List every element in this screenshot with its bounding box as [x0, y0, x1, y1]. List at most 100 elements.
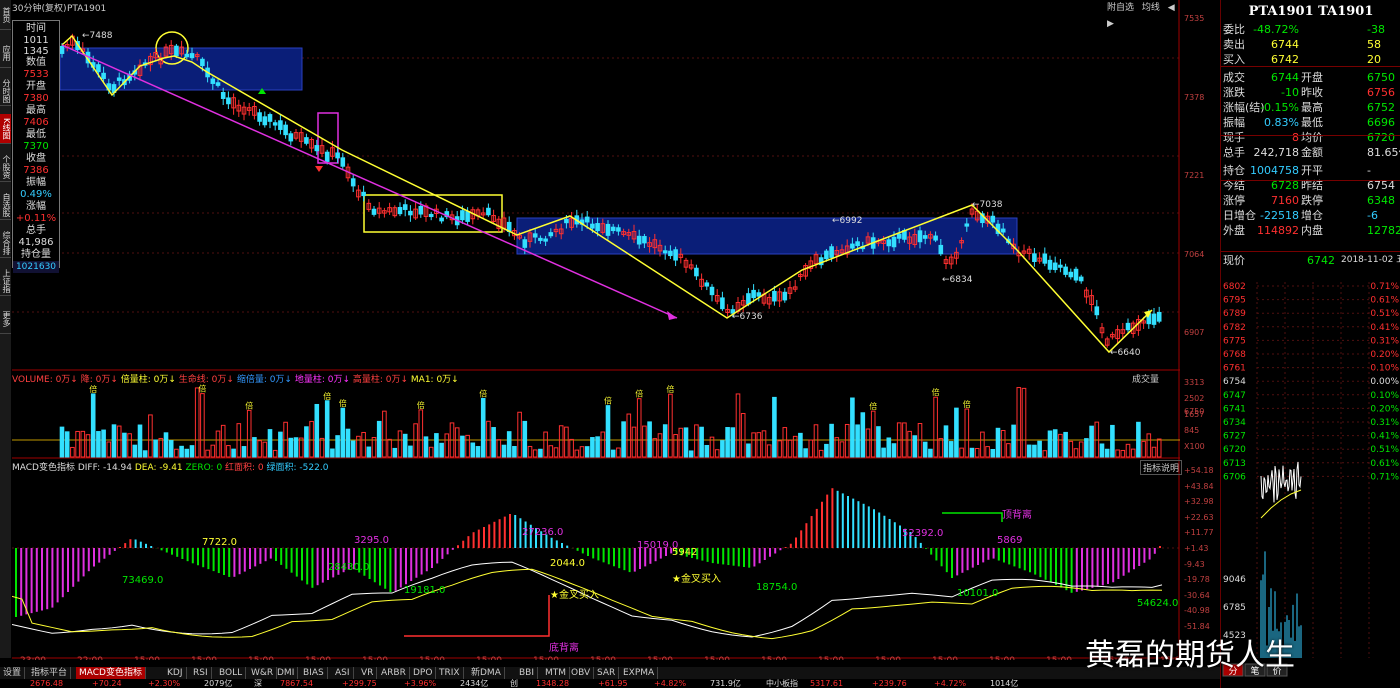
status-item: 7867.54: [280, 679, 314, 688]
volume-bar: [1006, 443, 1011, 458]
indicator-tab[interactable]: DPO: [410, 667, 437, 679]
candle-body: [668, 250, 673, 257]
bottom-status-bar: 2676.48 +70.24 +2.30% 2079亿 深 7867.54 +299.75 +…: [0, 680, 1400, 688]
candle-body: [174, 45, 179, 57]
volume-bar: [252, 437, 257, 458]
indicator-tab[interactable]: KDJ: [164, 667, 187, 679]
volume-bar: [402, 433, 408, 458]
candle-body: [101, 72, 106, 79]
indicator-help-button[interactable]: 指标说明: [1140, 460, 1183, 475]
volume-bar: [428, 446, 434, 458]
quote-row: 总手 242,718金额 81.65亿: [1221, 145, 1400, 160]
quote-value-2: 6696: [1367, 116, 1395, 129]
indicator-tab[interactable]: W&R: [248, 667, 278, 679]
indicator-tab[interactable]: RSI: [190, 667, 212, 679]
volume-bar: [829, 423, 834, 458]
indicator-tab[interactable]: 新DMA: [468, 667, 505, 679]
volume-bar: [662, 424, 668, 458]
macd-tick: +32.98: [1184, 497, 1214, 507]
volume-bar: [673, 434, 678, 458]
left-tab-2[interactable]: 分时图: [0, 76, 11, 106]
mini-price-line: [1260, 461, 1302, 503]
mini-pct-tick: 0.31%: [1370, 336, 1399, 346]
volume-bar: [730, 427, 736, 458]
volume-bar: [324, 400, 330, 458]
volume-bar: [106, 441, 112, 458]
left-tab-3[interactable]: K线图: [0, 114, 11, 144]
volume-legend-item: 地量柱: 0万↓: [294, 375, 353, 385]
volume-bar: [85, 434, 91, 458]
indicator-tab[interactable]: ASI: [332, 667, 354, 679]
volume-bar: [626, 413, 632, 458]
volume-tag: 倍: [869, 401, 877, 411]
price-label-low3: ←6640: [1110, 348, 1141, 358]
quote-value: -0.15%: [1260, 101, 1299, 114]
candle-body: [371, 208, 377, 215]
mini-price-tick: 6706: [1223, 472, 1246, 482]
quote-row: 成交 6744 开盘 6750: [1221, 70, 1400, 85]
mini-pct-tick: 0.51%: [1370, 309, 1399, 319]
candle-body: [220, 92, 226, 99]
indicator-tab[interactable]: 指标平台: [28, 667, 72, 679]
mini-intraday-chart[interactable]: 6802 6795 6789 6782 6775 6768 6761 6754 6747 6741…: [1221, 268, 1400, 678]
indicator-tab[interactable]: ARBR: [378, 667, 410, 679]
volume-bar: [314, 403, 320, 458]
volume-bar: [418, 409, 424, 458]
indicator-tab[interactable]: BBI: [516, 667, 539, 679]
left-tab-7[interactable]: 上证指数: [0, 266, 11, 296]
volume-bar: [969, 447, 975, 458]
macd-value-label: 27236.0: [522, 527, 563, 538]
indicator-tab[interactable]: BOLL: [216, 667, 247, 679]
time-tick: 15:00: [305, 656, 331, 660]
left-tab-6[interactable]: 综合排名: [0, 228, 11, 258]
price-label-high2: ←7038: [972, 200, 1003, 210]
volume-bar: [1156, 438, 1162, 458]
volume-bar: [345, 428, 351, 458]
indicator-tab[interactable]: OBV: [568, 667, 595, 679]
left-tab-1[interactable]: 应用: [0, 38, 11, 68]
indicator-tab[interactable]: MACD变色指标: [76, 667, 146, 679]
candle-body: [891, 236, 897, 248]
indicator-tab[interactable]: EXPMA: [620, 667, 659, 679]
candle-body: [340, 157, 346, 167]
mini-price-tick: 6802: [1223, 282, 1246, 292]
quote-row: 委比 -48.72% -38: [1221, 22, 1400, 37]
left-tab-8[interactable]: 更多: [0, 304, 11, 334]
quote-separator: [1221, 66, 1400, 67]
quote-label-2: 昨收: [1301, 86, 1323, 99]
volume-bar: [132, 444, 138, 458]
left-tab-0[interactable]: 首页: [0, 0, 11, 30]
indicator-tab[interactable]: BIAS: [300, 667, 328, 679]
left-tab-5[interactable]: 自选股: [0, 190, 11, 220]
quote-row: 现手 8 均价 6720: [1221, 130, 1400, 145]
candle-body: [283, 124, 288, 136]
quote-value-2: 6752: [1367, 101, 1395, 114]
indicator-tab[interactable]: SAR: [594, 667, 620, 679]
volume-bar: [1011, 424, 1016, 458]
quote-separator: [1221, 135, 1400, 136]
indicator-tab[interactable]: TRIX: [436, 667, 464, 679]
quote-row: 卖出 6744 58: [1221, 37, 1400, 52]
indicator-tab[interactable]: 设置: [0, 667, 26, 679]
indicator-tab[interactable]: VR: [358, 667, 378, 679]
indicator-tab[interactable]: MTM: [542, 667, 571, 679]
macd-tick: -40.98: [1184, 606, 1210, 616]
candle-body: [350, 178, 356, 187]
amplitude-value: 0.49%: [20, 189, 52, 200]
volume-bar: [808, 439, 814, 458]
volume-bar: [184, 448, 190, 458]
volume-bar: [1120, 449, 1126, 458]
time-tick: 15:00: [590, 656, 616, 660]
left-tab-4[interactable]: 个股资料: [0, 152, 11, 182]
change-value: +0.11%: [15, 213, 57, 224]
price-scale: 7535 7378 7221 7064 6907 6750: [1182, 0, 1220, 416]
indicator-tab[interactable]: DMI: [274, 667, 299, 679]
trading-terminal: 首页应用分时图K线图个股资料自选股综合排名上证指数更多 30分钟(复权) PTA…: [0, 0, 1400, 688]
magenta-trend-line: [61, 44, 678, 319]
candle-body: [304, 137, 309, 144]
volume-tick: 845: [1184, 426, 1200, 435]
volume-type-label[interactable]: 成交量: [1132, 372, 1159, 385]
volume-bar: [1052, 429, 1058, 458]
volume-bar: [101, 429, 106, 458]
kline-chart[interactable]: 倍倍倍倍倍 倍倍倍倍 倍倍倍倍 ←7488←6992←6834←7038←6736←…: [12, 0, 1180, 660]
